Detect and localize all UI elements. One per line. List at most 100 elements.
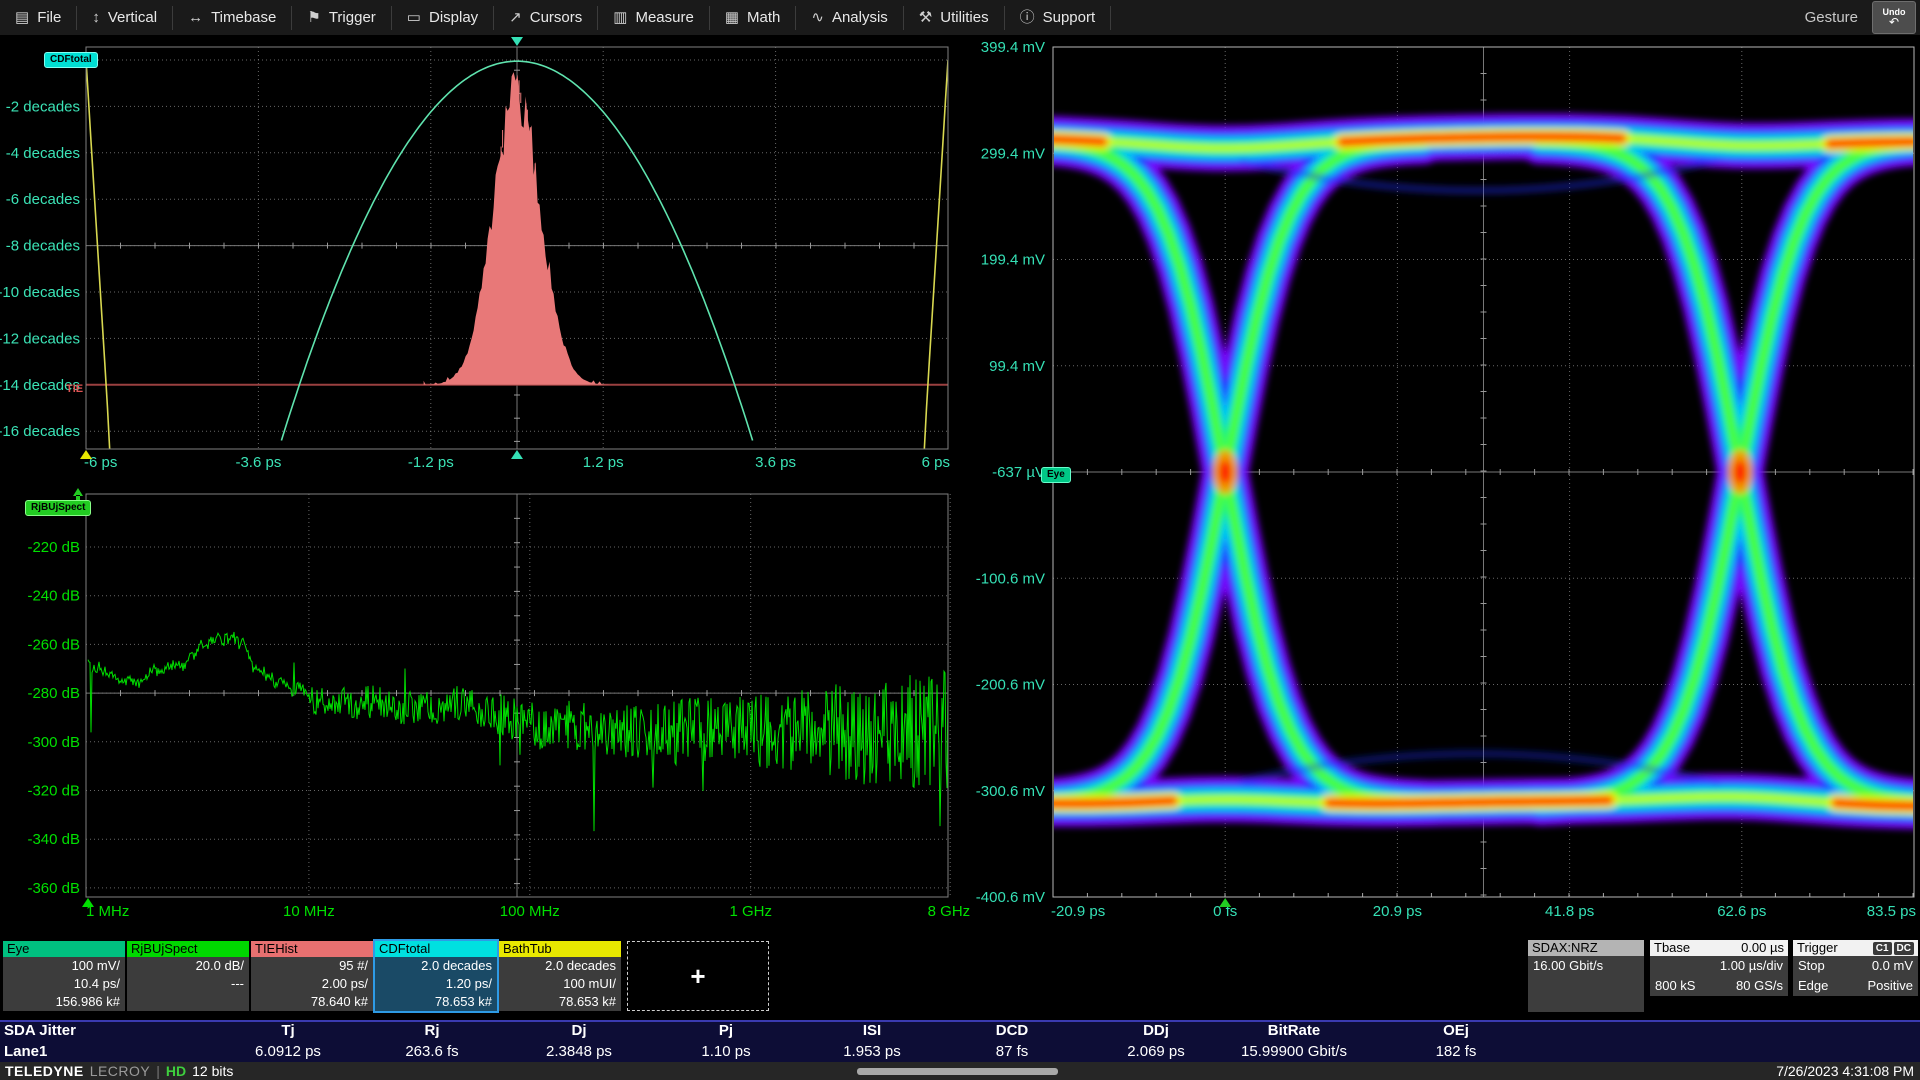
menu-item-support[interactable]: ⓘSupport xyxy=(1005,0,1111,35)
sdax-title: SDAX:NRZ xyxy=(1532,940,1598,956)
axis-tick-label: -300.6 mV xyxy=(976,783,1045,800)
menu-item-label: Trigger xyxy=(329,9,376,26)
axis-marker xyxy=(511,450,523,459)
lane-label: Lane1 xyxy=(4,1043,47,1060)
descriptor-value: 78.653 k# xyxy=(499,993,621,1011)
measurement-column-rj: Rj xyxy=(362,1022,502,1039)
menu-item-label: Timebase xyxy=(211,9,276,26)
descriptor-value: 156.986 k# xyxy=(3,993,125,1011)
trace-descriptor-bathtub[interactable]: BathTub2.0 decades100 mUI/78.653 k# xyxy=(499,941,621,1011)
axis-tick-label: -1.2 ps xyxy=(408,454,454,471)
descriptor-value: 78.653 k# xyxy=(375,993,497,1011)
measurement-table: SDA Jitter TjRjDjPjISIDCDDDjBitRateOEj L… xyxy=(0,1020,1920,1064)
eye-trace-badge[interactable]: Eye xyxy=(1041,467,1071,483)
utilities-icon: ⚒ xyxy=(919,10,932,25)
trigger-slope: Positive xyxy=(1867,976,1913,996)
undo-arrow-icon: ↶ xyxy=(1889,16,1899,28)
undo-button[interactable]: Undo ↶ xyxy=(1872,1,1916,34)
tbase-samplerate: 80 GS/s xyxy=(1736,976,1783,996)
bathtub-cdf-plot-area[interactable] xyxy=(86,47,948,449)
menu-item-math[interactable]: ▦Math xyxy=(710,0,796,35)
math-icon: ▦ xyxy=(725,10,739,25)
measurement-column-oej: OEj xyxy=(1386,1022,1526,1039)
axis-tick-label: -2 decades xyxy=(6,98,80,115)
axis-tick-label: -360 dB xyxy=(27,880,80,897)
timebase-icon: ↔ xyxy=(188,10,203,25)
axis-tick-label: 199.4 mV xyxy=(981,252,1045,269)
measurement-value: 2.3848 ps xyxy=(499,1043,659,1060)
eye-diagram-plot-area[interactable] xyxy=(1053,47,1914,897)
measurement-column-dcd: DCD xyxy=(942,1022,1082,1039)
oscilloscope-screen: ▤File↕Vertical ↔ Timebase ⚑ Trigger ▭Display↗… xyxy=(0,0,1920,1080)
descriptor-value: 10.4 ps/ xyxy=(3,975,125,993)
trigger-level: 0.0 mV xyxy=(1872,956,1913,976)
measurement-value: 15.99900 Gbit/s xyxy=(1214,1043,1374,1060)
spectrum-plot-area[interactable] xyxy=(86,494,948,897)
timebase-descriptor-box[interactable]: Tbase 0.00 µs 1.00 µs/div 800 kS 80 GS/s xyxy=(1650,940,1788,996)
axis-tick-label: 10 MHz xyxy=(283,903,335,920)
descriptor-value: --- xyxy=(127,975,249,993)
axis-tick-label: -16 decades xyxy=(0,423,80,440)
bit-depth-label: 12 bits xyxy=(192,1063,233,1079)
menu-item-label: Analysis xyxy=(832,9,888,26)
descriptor-title: BathTub xyxy=(499,941,621,957)
menu-item-display[interactable]: ▭Display xyxy=(392,0,493,35)
axis-tick-label: -8 decades xyxy=(6,238,80,255)
trace-descriptor-tiehist[interactable]: TIEHist95 #/2.00 ps/78.640 k# xyxy=(251,941,373,1011)
menu-item-cursors[interactable]: ↗Cursors xyxy=(494,0,597,35)
trace-descriptor-eye[interactable]: Eye100 mV/10.4 ps/156.986 k# xyxy=(3,941,125,1011)
trace-descriptor-cdftotal[interactable]: CDFtotal2.0 decades1.20 ps/78.653 k# xyxy=(375,941,497,1011)
tbase-scale: 1.00 µs/div xyxy=(1720,956,1783,976)
descriptor-title: Eye xyxy=(3,941,125,957)
axis-tick-label: 6 ps xyxy=(922,454,950,471)
menu-item-label: Measure xyxy=(635,9,693,26)
menu-item-file[interactable]: ▤File xyxy=(0,0,76,35)
measure-icon: ▥ xyxy=(613,10,627,25)
trigger-mode: Stop xyxy=(1798,956,1825,976)
axis-tick-label: -12 decades xyxy=(0,330,80,347)
axis-tick-label: 3.6 ps xyxy=(755,454,796,471)
axis-tick-label: -10 decades xyxy=(0,284,80,301)
trigger-icon: ⚑ xyxy=(307,10,320,25)
axis-tick-label: 20.9 ps xyxy=(1373,903,1422,920)
datetime-label: 7/26/2023 4:31:08 PM xyxy=(1776,1063,1914,1079)
axis-tick-label: -260 dB xyxy=(27,636,80,653)
descriptor-value: 2.0 decades xyxy=(499,957,621,975)
trigger-type: Edge xyxy=(1798,976,1828,996)
axis-tick-label: -240 dB xyxy=(27,588,80,605)
axis-tick-label: 1.2 ps xyxy=(583,454,624,471)
menu-item-analysis[interactable]: ∿Analysis xyxy=(796,0,902,35)
measurement-group-label: SDA Jitter xyxy=(4,1022,76,1039)
tbase-title: Tbase xyxy=(1654,940,1690,956)
brand-separator: | xyxy=(156,1063,160,1079)
menu-item-label: Display xyxy=(429,9,478,26)
sdax-descriptor-box[interactable]: SDAX:NRZ 16.00 Gbit/s xyxy=(1528,940,1644,1012)
descriptor-value: 2.0 decades xyxy=(375,957,497,975)
axis-tick-label: -220 dB xyxy=(27,539,80,556)
add-trace-button[interactable]: + xyxy=(627,941,769,1011)
menu-item-label: Vertical xyxy=(108,9,157,26)
cdftotal-trace-badge[interactable]: CDFtotal xyxy=(44,52,98,68)
measurement-column-bitrate: BitRate xyxy=(1224,1022,1364,1039)
measurement-column-dj: Dj xyxy=(509,1022,649,1039)
trigger-title: Trigger xyxy=(1797,940,1838,956)
menu-item-measure[interactable]: ▥ Measure xyxy=(598,0,709,35)
measurement-value: 182 fs xyxy=(1376,1043,1536,1060)
drag-handle[interactable] xyxy=(857,1068,1058,1075)
menu-item-label: Utilities xyxy=(940,9,988,26)
menu-item-trigger[interactable]: ⚑ Trigger xyxy=(292,0,390,35)
tie-trace-label: TIE xyxy=(66,383,83,395)
measurement-value: 1.10 ps xyxy=(646,1043,806,1060)
axis-tick-label: -3.6 ps xyxy=(235,454,281,471)
menu-item-vertical[interactable]: ↕Vertical xyxy=(77,0,172,35)
trigger-descriptor-box[interactable]: Trigger C1 DC Stop 0.0 mV Edge Positive xyxy=(1793,940,1918,996)
rjbujspect-trace-badge[interactable]: RjBUjSpect xyxy=(25,500,91,516)
measurement-value-row: Lane1 6.0912 ps263.6 fs2.3848 ps1.10 ps1… xyxy=(0,1043,1920,1064)
axis-tick-label: 399.4 mV xyxy=(981,39,1045,56)
menu-bar: ▤File↕Vertical ↔ Timebase ⚑ Trigger ▭Display↗… xyxy=(0,0,1920,36)
menu-item-label: File xyxy=(37,9,61,26)
trace-descriptor-rjbujspect[interactable]: RjBUjSpect20.0 dB/--- xyxy=(127,941,249,1011)
menu-item-utilities[interactable]: ⚒ Utilities xyxy=(904,0,1004,35)
menu-item-timebase[interactable]: ↔ Timebase xyxy=(173,0,291,35)
axis-tick-label: 299.4 mV xyxy=(981,145,1045,162)
